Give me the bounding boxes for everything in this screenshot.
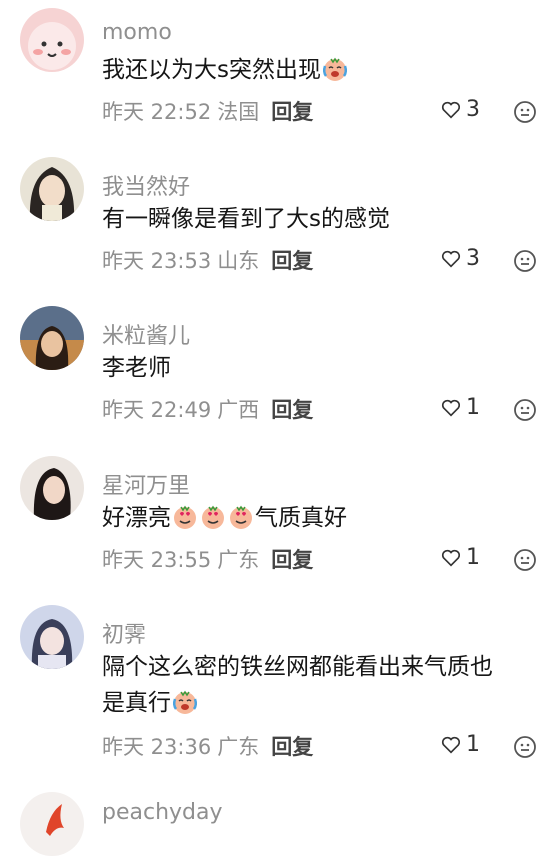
comment-text-after: 气质真好 (255, 505, 347, 531)
comment-text-body: 我还以为大s突然出现 (102, 57, 321, 83)
crying-laughing-emoji (322, 57, 348, 81)
comment-text: 有一瞬像是看到了大s的感觉 (102, 206, 390, 232)
avatar[interactable] (20, 605, 84, 669)
reply-button[interactable]: 回复 (271, 100, 313, 124)
reply-button[interactable]: 回复 (271, 249, 313, 273)
location: 山东 (217, 249, 260, 273)
timestamp: 昨天 22:52 (102, 100, 212, 124)
username[interactable]: 初霁 (102, 617, 146, 649)
like-button[interactable]: 1 (440, 732, 480, 757)
emoji-reaction-icon[interactable] (513, 100, 537, 124)
reply-button[interactable]: 回复 (271, 735, 313, 759)
like-button[interactable]: 1 (440, 545, 480, 570)
like-button[interactable]: 3 (440, 97, 480, 122)
heart-icon (441, 101, 461, 119)
comment-text-body: 是真行 (102, 690, 171, 716)
username[interactable]: 米粒酱儿 (102, 318, 190, 350)
like-button[interactable]: 1 (440, 395, 480, 420)
comment-text-line: 隔个这么密的铁丝网都能看出来气质也 (102, 654, 493, 680)
timestamp: 昨天 23:53 (102, 249, 212, 273)
heart-eyes-emoji (202, 505, 224, 529)
avatar[interactable] (20, 306, 84, 370)
crying-laughing-emoji (172, 690, 198, 714)
location: 广东 (217, 548, 260, 572)
heart-icon (441, 399, 461, 417)
heart-eyes-emoji (230, 505, 252, 529)
username[interactable]: momo (102, 20, 172, 45)
heart-icon (441, 736, 461, 754)
avatar[interactable] (20, 8, 84, 72)
reply-button[interactable]: 回复 (271, 548, 313, 572)
username[interactable]: peachyday (102, 800, 223, 825)
like-count: 1 (466, 545, 480, 570)
avatar[interactable] (20, 157, 84, 221)
like-button[interactable]: 3 (440, 246, 480, 271)
comment-meta: 昨天 22:49 广西 回复 (102, 394, 313, 424)
username[interactable]: 星河万里 (102, 468, 190, 500)
emoji-reaction-icon[interactable] (513, 398, 537, 422)
like-count: 3 (466, 97, 480, 122)
heart-icon (441, 250, 461, 268)
heart-icon (441, 549, 461, 567)
location: 广西 (217, 398, 260, 422)
emoji-reaction-icon[interactable] (513, 249, 537, 273)
comment-meta: 昨天 23:53 山东 回复 (102, 245, 313, 275)
username[interactable]: 我当然好 (102, 169, 190, 201)
location: 广东 (217, 735, 260, 759)
like-count: 3 (466, 246, 480, 271)
reply-button[interactable]: 回复 (271, 398, 313, 422)
timestamp: 昨天 23:55 (102, 548, 212, 572)
comment-text: 李老师 (102, 355, 171, 381)
comment-meta: 昨天 22:52 法国 回复 (102, 96, 313, 126)
location: 法国 (217, 100, 260, 124)
like-count: 1 (466, 732, 480, 757)
timestamp: 昨天 22:49 (102, 398, 212, 422)
comment-text: 我还以为大s突然出现 (102, 52, 532, 88)
avatar[interactable] (20, 792, 84, 856)
timestamp: 昨天 23:36 (102, 735, 212, 759)
heart-eyes-emoji (174, 505, 196, 529)
emoji-reaction-icon[interactable] (513, 735, 537, 759)
comment-text: 好漂亮 气质真好 (102, 500, 532, 536)
comment-text-line: 是真行 (102, 685, 532, 721)
comment-text: 隔个这么密的铁丝网都能看出来气质也 是真行 (102, 649, 532, 721)
comment-meta: 昨天 23:36 广东 回复 (102, 731, 313, 761)
comment-meta: 昨天 23:55 广东 回复 (102, 544, 313, 574)
comment-text-before: 好漂亮 (102, 505, 171, 531)
like-count: 1 (466, 395, 480, 420)
emoji-reaction-icon[interactable] (513, 548, 537, 572)
avatar[interactable] (20, 456, 84, 520)
